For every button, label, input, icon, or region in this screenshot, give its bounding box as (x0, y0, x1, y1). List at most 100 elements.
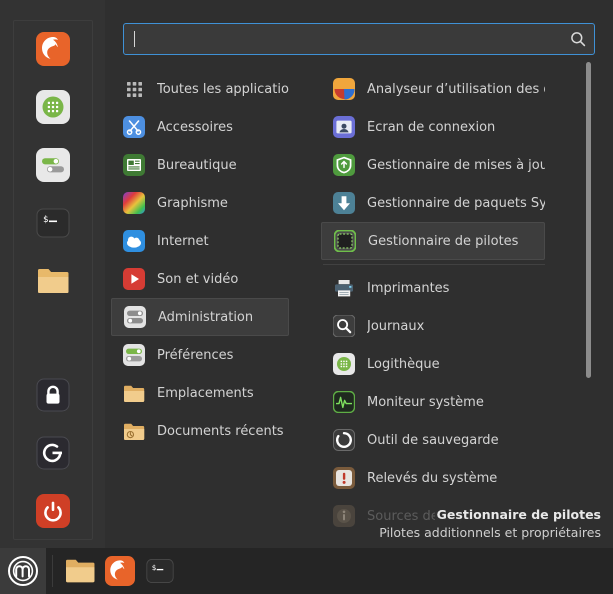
app-label: Outil de sauvegarde (367, 432, 499, 448)
favorite-log-out[interactable] (13, 424, 93, 482)
app-label: Gestionnaire de paquets Syn… (367, 195, 545, 211)
app-label: Moniteur système (367, 394, 484, 410)
taskbar-item-terminal[interactable]: $ (140, 548, 180, 594)
system-settings-icon (36, 148, 70, 182)
app-label: Imprimantes (367, 280, 450, 296)
taskbar-item-firefox[interactable] (100, 548, 140, 594)
logs-icon (333, 315, 355, 337)
search-caret (134, 31, 135, 47)
app-item-update-manager[interactable]: Gestionnaire de mises à jour (321, 146, 545, 184)
grid-icon (123, 78, 145, 100)
app-item-system-reports[interactable]: Relevés du système (321, 459, 545, 497)
category-label: Documents récents (157, 423, 284, 439)
search-icon[interactable] (570, 31, 586, 47)
favorite-firefox[interactable] (13, 20, 93, 78)
category-item-accessories[interactable]: Accessoires (111, 108, 289, 146)
system-monitor-icon (333, 391, 355, 413)
preferences-icon (123, 344, 145, 366)
update-manager-icon (333, 154, 355, 176)
app-label: Gestionnaire de pilotes (368, 233, 519, 249)
software-sources-icon (333, 505, 355, 527)
category-label: Préférences (157, 347, 234, 363)
svg-text:$: $ (43, 215, 48, 225)
menu-button[interactable] (0, 548, 46, 594)
category-item-office[interactable]: Bureautique (111, 146, 289, 184)
favorite-software-manager[interactable] (13, 78, 93, 136)
svg-text:$: $ (152, 563, 157, 572)
app-label: Gestionnaire de mises à jour (367, 157, 545, 173)
software-manager-icon (333, 353, 355, 375)
firefox-icon (105, 556, 135, 586)
app-label: Relevés du système (367, 470, 498, 486)
app-item-system-monitor[interactable]: Moniteur système (321, 383, 545, 421)
category-label: Son et vidéo (157, 271, 239, 287)
taskbar-divider (52, 555, 53, 587)
app-item-printers[interactable]: Imprimantes (321, 269, 545, 307)
driver-manager-icon (334, 230, 356, 252)
category-item-places[interactable]: Emplacements (111, 374, 289, 412)
category-item-preferences[interactable]: Préférences (111, 336, 289, 374)
category-item-all-applications[interactable]: Toutes les applications (111, 70, 289, 108)
favorites-list: $ (13, 20, 93, 540)
mint-menu-window: $ Toutes les applicatio Accessoires Bure… (0, 0, 613, 548)
app-label: Logithèque (367, 356, 440, 372)
menu-main-area: Toutes les applications (105, 0, 613, 548)
category-item-graphics[interactable]: Graphisme (111, 184, 289, 222)
terminal-icon: $ (36, 208, 70, 238)
favorite-files[interactable] (13, 252, 93, 310)
synaptic-icon (333, 192, 355, 214)
logout-icon (36, 436, 70, 470)
app-item-synaptic[interactable]: Gestionnaire de paquets Syn… (321, 184, 545, 222)
app-label: Analyseur d’utilisation des d… (367, 81, 545, 97)
graphics-icon (123, 192, 145, 214)
favorite-quit[interactable] (13, 482, 93, 540)
favorites-sidebar: $ (0, 0, 105, 548)
search-area (123, 23, 595, 55)
app-item-backup-tool[interactable]: Outil de sauvegarde (321, 421, 545, 459)
category-item-recent-documents[interactable]: Documents récents (111, 412, 289, 450)
favorite-system-settings[interactable] (13, 136, 93, 194)
category-item-multimedia[interactable]: Son et vidéo (111, 260, 289, 298)
category-item-internet[interactable]: Internet (111, 222, 289, 260)
taskbar: $ (0, 548, 613, 594)
desktop-root: $ Toutes les applicatio Accessoires Bure… (0, 0, 613, 594)
office-icon (123, 154, 145, 176)
category-label: Accessoires (157, 119, 233, 135)
app-item-logs[interactable]: Journaux (321, 307, 545, 345)
power-icon (36, 494, 70, 528)
status-panel: Gestionnaire de pilotes Pilotes addition… (379, 506, 601, 542)
folder-icon (38, 269, 69, 293)
category-label: Emplacements (157, 385, 254, 401)
app-item-software-manager[interactable]: Logithèque (321, 345, 545, 383)
menu-columns: Toutes les applications (105, 64, 613, 548)
app-list-scrollbar-thumb[interactable] (586, 62, 591, 378)
system-reports-icon (333, 467, 355, 489)
administration-icon (124, 306, 146, 328)
status-title: Gestionnaire de pilotes (436, 506, 601, 522)
app-label: Journaux (367, 318, 425, 334)
app-label: Écran de connexion (367, 119, 496, 135)
accessories-icon (123, 116, 145, 138)
firefox-icon (36, 32, 70, 66)
favorite-lock-screen[interactable] (13, 366, 93, 424)
favorite-terminal[interactable]: $ (13, 194, 93, 252)
search-box[interactable] (123, 23, 595, 55)
category-item-administration[interactable]: Administration (111, 298, 289, 336)
multimedia-icon (123, 268, 145, 290)
category-list: Toutes les applications (105, 64, 313, 548)
search-input[interactable] (134, 24, 570, 54)
app-item-driver-manager[interactable]: Gestionnaire de pilotes (321, 222, 545, 260)
software-manager-icon (36, 90, 70, 124)
category-label: Internet (157, 233, 209, 249)
category-label: Graphisme (157, 195, 228, 211)
internet-icon (123, 230, 145, 252)
status-description: Pilotes additionnels et propriétaires (379, 524, 601, 540)
disk-usage-analyzer-icon (333, 78, 355, 100)
app-item-login-window[interactable]: Écran de connexion (321, 108, 545, 146)
terminal-icon: $ (146, 559, 174, 583)
application-list: Analyseur d’utilisation des d… Écran de … (313, 64, 613, 548)
taskbar-item-files[interactable] (60, 548, 100, 594)
category-label: Administration (158, 309, 254, 325)
app-item-disk-usage-analyzer[interactable]: Analyseur d’utilisation des d… (321, 70, 545, 108)
category-label: Toutes les applications (157, 81, 289, 97)
